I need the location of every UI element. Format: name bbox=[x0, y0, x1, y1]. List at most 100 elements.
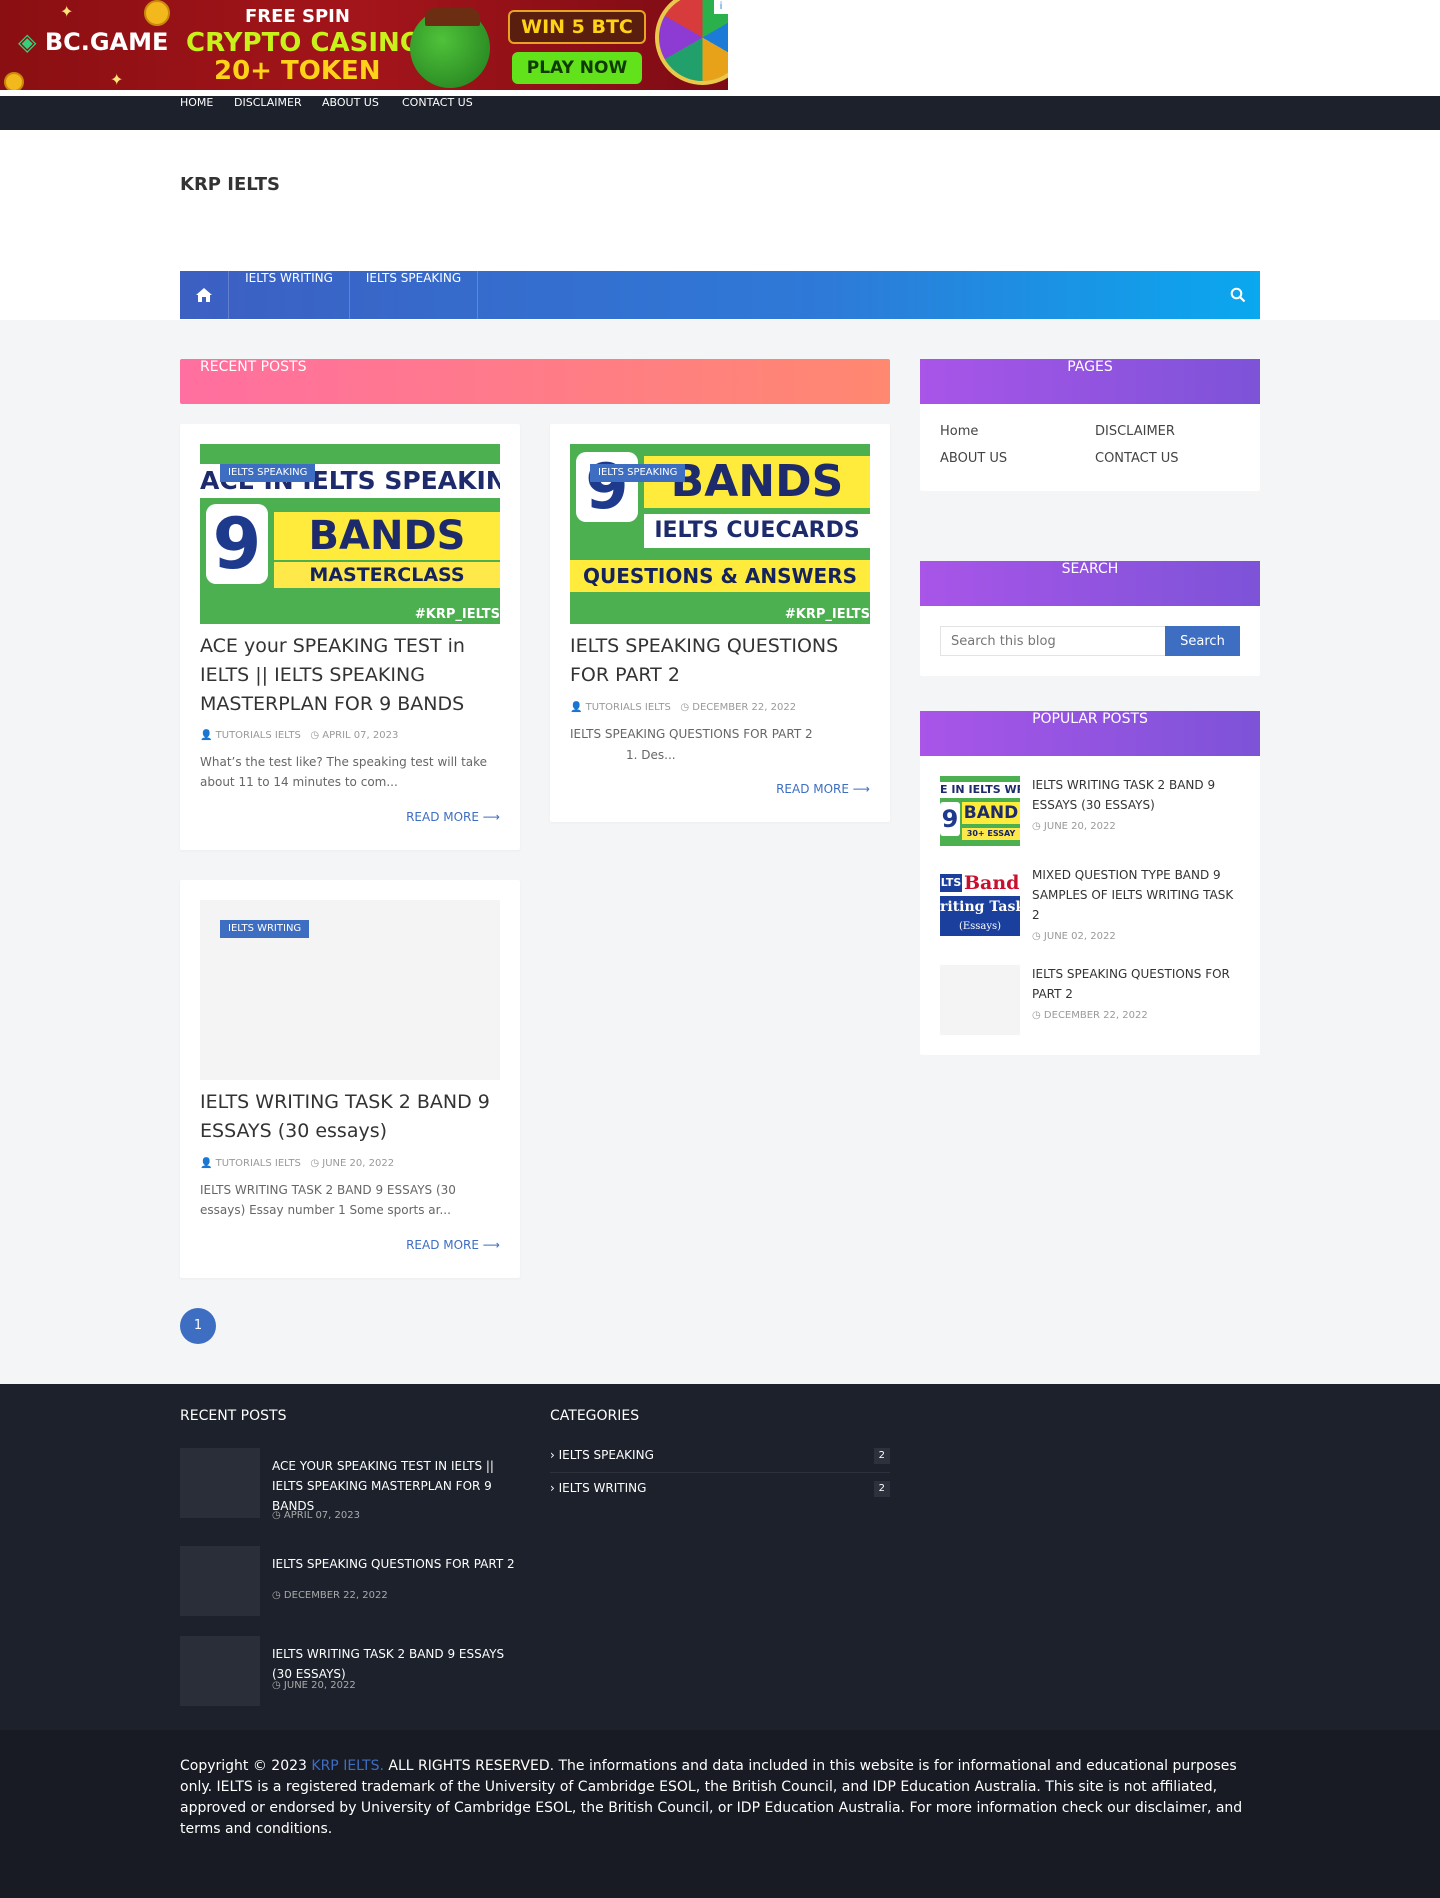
clock-icon: ◷ bbox=[310, 1158, 320, 1169]
coin-icon bbox=[144, 0, 170, 26]
popular-post-thumbnail[interactable]: LTS Band riting Task (Essays) bbox=[940, 866, 1020, 936]
post-author: TUTORIALS IELTS bbox=[215, 1158, 301, 1169]
footer-post-thumbnail[interactable] bbox=[180, 1546, 260, 1616]
sparkle-icon: ✦ bbox=[60, 2, 74, 21]
thumb-text: #KRP_IELTS bbox=[784, 607, 870, 622]
top-ad-area: ✦ ✦ ◈ BC.GAME FREE SPIN CRYPTO CASINO 20… bbox=[0, 0, 1440, 96]
search-button[interactable]: Search bbox=[1165, 626, 1240, 656]
post-label-tag[interactable]: IELTS SPEAKING bbox=[220, 464, 316, 482]
copyright-text: Copyright © 2023 KRP IELTS. ALL RIGHTS R… bbox=[180, 1758, 1243, 1837]
clock-icon: ◷ bbox=[1032, 1010, 1041, 1021]
read-more-link[interactable]: READ MORE ⟶ bbox=[776, 782, 870, 796]
footer-post-date: ◷ APRIL 07, 2023 bbox=[272, 1510, 360, 1521]
post-label-tag[interactable]: IELTS SPEAKING bbox=[590, 464, 686, 482]
top-nav-about[interactable]: ABOUT US bbox=[322, 96, 379, 130]
user-icon: 👤 bbox=[200, 730, 213, 741]
post-meta: 👤 TUTORIALS IELTS ◷ JUNE 20, 2022 bbox=[200, 1158, 394, 1169]
pagination-page-1[interactable]: 1 bbox=[180, 1308, 216, 1344]
site-title[interactable]: KRP IELTS bbox=[180, 174, 280, 195]
footer-post-title[interactable]: IELTS WRITING TASK 2 BAND 9 ESSAYS (30 e… bbox=[272, 1644, 522, 1684]
category-name: › IELTS WRITING bbox=[550, 1481, 647, 1495]
hat-icon bbox=[425, 8, 480, 26]
nav-ielts-speaking[interactable]: IELTS SPEAKING bbox=[350, 271, 478, 319]
nav-home-button[interactable] bbox=[180, 271, 229, 319]
clock-icon: ◷ bbox=[272, 1680, 281, 1691]
post-excerpt: IELTS WRITING TASK 2 BAND 9 ESSAYS (30 e… bbox=[200, 1183, 456, 1217]
category-item[interactable]: › IELTS WRITING 2 bbox=[550, 1473, 890, 1506]
footer-post-title[interactable]: ACE your SPEAKING TEST in IELTS || IELTS… bbox=[272, 1456, 522, 1516]
category-count: 2 bbox=[873, 1481, 890, 1497]
top-nav-disclaimer[interactable]: DISCLAIMER bbox=[234, 96, 302, 130]
pages-widget: PAGES Home DISCLAIMER ABOUT US CONTACT U… bbox=[920, 359, 1260, 491]
thumb-text: 9 bbox=[576, 452, 638, 522]
post-label-tag[interactable]: IELTS WRITING bbox=[220, 920, 310, 938]
recent-posts-heading-label: RECENT POSTS bbox=[200, 359, 307, 375]
page-link-disclaimer[interactable]: DISCLAIMER bbox=[1095, 424, 1175, 439]
popular-post-date: ◷ DECEMBER 22, 2022 bbox=[1032, 1010, 1148, 1021]
footer-recent-posts-title: RECENT POSTS bbox=[180, 1408, 287, 1424]
clock-icon: ◷ bbox=[272, 1590, 281, 1601]
category-count: 2 bbox=[873, 1448, 890, 1464]
page-link-home[interactable]: Home bbox=[940, 424, 978, 439]
post-card: IELTS WRITING IELTS WRITING TASK 2 BAND … bbox=[180, 880, 520, 1278]
post-title[interactable]: IELTS SPEAKING QUESTIONS FOR PART 2 bbox=[570, 632, 875, 690]
popular-post-title[interactable]: IELTS SPEAKING QUESTIONS FOR PART 2 bbox=[1032, 964, 1242, 1004]
popular-post-thumbnail[interactable]: E IN IELTS WRIT BAND 9 30+ ESSAY bbox=[940, 776, 1020, 846]
page-link-contact[interactable]: CONTACT US bbox=[1095, 451, 1179, 466]
copyright-brand-link[interactable]: KRP IELTS. bbox=[311, 1758, 384, 1774]
user-icon: 👤 bbox=[570, 702, 583, 713]
popular-post-title[interactable]: IELTS WRITING TASK 2 BAND 9 ESSAYS (30 e… bbox=[1032, 775, 1242, 815]
footer-post-date: ◷ DECEMBER 22, 2022 bbox=[272, 1590, 388, 1601]
search-widget: SEARCH Search bbox=[920, 561, 1260, 676]
clock-icon: ◷ bbox=[1032, 931, 1041, 942]
popular-posts-title: POPULAR POSTS bbox=[920, 711, 1260, 756]
popular-post-thumbnail[interactable] bbox=[940, 965, 1020, 1035]
ad-free-spin: FREE SPIN bbox=[245, 6, 350, 27]
top-nav: HOME DISCLAIMER ABOUT US CONTACT US bbox=[0, 96, 1440, 130]
footer-post-title[interactable]: IELTS SPEAKING QUESTIONS FOR PART 2 bbox=[272, 1554, 522, 1574]
copyright-bar: Copyright © 2023 KRP IELTS. ALL RIGHTS R… bbox=[0, 1730, 1440, 1898]
category-item[interactable]: › IELTS SPEAKING 2 bbox=[550, 1440, 890, 1473]
arrow-right-icon: ⟶ bbox=[482, 1238, 500, 1252]
post-date: JUNE 20, 2022 bbox=[322, 1158, 395, 1169]
popular-post-title[interactable]: MIXED QUESTION TYPE BAND 9 SAMPLES OF IE… bbox=[1032, 865, 1242, 925]
post-date: DECEMBER 22, 2022 bbox=[692, 702, 797, 713]
post-author: TUTORIALS IELTS bbox=[585, 702, 671, 713]
post-excerpt: What’s the test like? The speaking test … bbox=[200, 755, 488, 789]
ad-token: 20+ TOKEN bbox=[214, 56, 381, 86]
post-excerpt: IELTS SPEAKING QUESTIONS FOR PART 2 bbox=[570, 727, 813, 741]
post-card: ACE IN IELTS SPEAKING 9 BANDS MASTERCLAS… bbox=[180, 424, 520, 850]
clock-icon: ◷ bbox=[310, 730, 320, 741]
post-title[interactable]: ACE your SPEAKING TEST in IELTS || IELTS… bbox=[200, 632, 505, 719]
nav-ielts-writing[interactable]: IELTS WRITING bbox=[229, 271, 350, 319]
ad-banner[interactable]: ✦ ✦ ◈ BC.GAME FREE SPIN CRYPTO CASINO 20… bbox=[0, 0, 728, 90]
page-link-about[interactable]: ABOUT US bbox=[940, 451, 1007, 466]
footer-post-thumbnail[interactable] bbox=[180, 1636, 260, 1706]
footer-post-date: ◷ JUNE 20, 2022 bbox=[272, 1680, 356, 1691]
recent-posts-heading: RECENT POSTS bbox=[180, 359, 890, 404]
home-icon bbox=[196, 288, 212, 302]
ad-win-badge: WIN 5 BTC bbox=[508, 10, 646, 44]
post-title[interactable]: IELTS WRITING TASK 2 BAND 9 ESSAYS (30 e… bbox=[200, 1088, 505, 1146]
thumb-text: MASTERCLASS bbox=[274, 562, 500, 588]
post-meta: 👤 TUTORIALS IELTS ◷ DECEMBER 22, 2022 bbox=[570, 702, 796, 713]
footer-post-thumbnail[interactable] bbox=[180, 1448, 260, 1518]
post-author: TUTORIALS IELTS bbox=[215, 730, 301, 741]
post-date: APRIL 07, 2023 bbox=[322, 730, 399, 741]
sparkle-icon: ✦ bbox=[110, 70, 124, 89]
read-more-link[interactable]: READ MORE ⟶ bbox=[406, 810, 500, 824]
clock-icon: ◷ bbox=[680, 702, 690, 713]
coin-icon bbox=[4, 72, 24, 90]
ad-play-now-button[interactable]: PLAY NOW bbox=[512, 52, 642, 84]
popular-post-date: ◷ JUNE 02, 2022 bbox=[1032, 931, 1116, 942]
top-nav-home[interactable]: HOME bbox=[180, 96, 213, 130]
popular-post-date: ◷ JUNE 20, 2022 bbox=[1032, 821, 1116, 832]
clock-icon: ◷ bbox=[1032, 821, 1041, 832]
read-more-link[interactable]: READ MORE ⟶ bbox=[406, 1238, 500, 1252]
search-icon[interactable] bbox=[1230, 287, 1246, 303]
thumb-text: E IN IELTS WRIT bbox=[940, 782, 1020, 798]
search-input[interactable] bbox=[940, 626, 1166, 656]
top-nav-contact[interactable]: CONTACT US bbox=[402, 96, 473, 130]
clock-icon: ◷ bbox=[272, 1510, 281, 1521]
adchoices-icon[interactable]: i bbox=[714, 0, 728, 14]
